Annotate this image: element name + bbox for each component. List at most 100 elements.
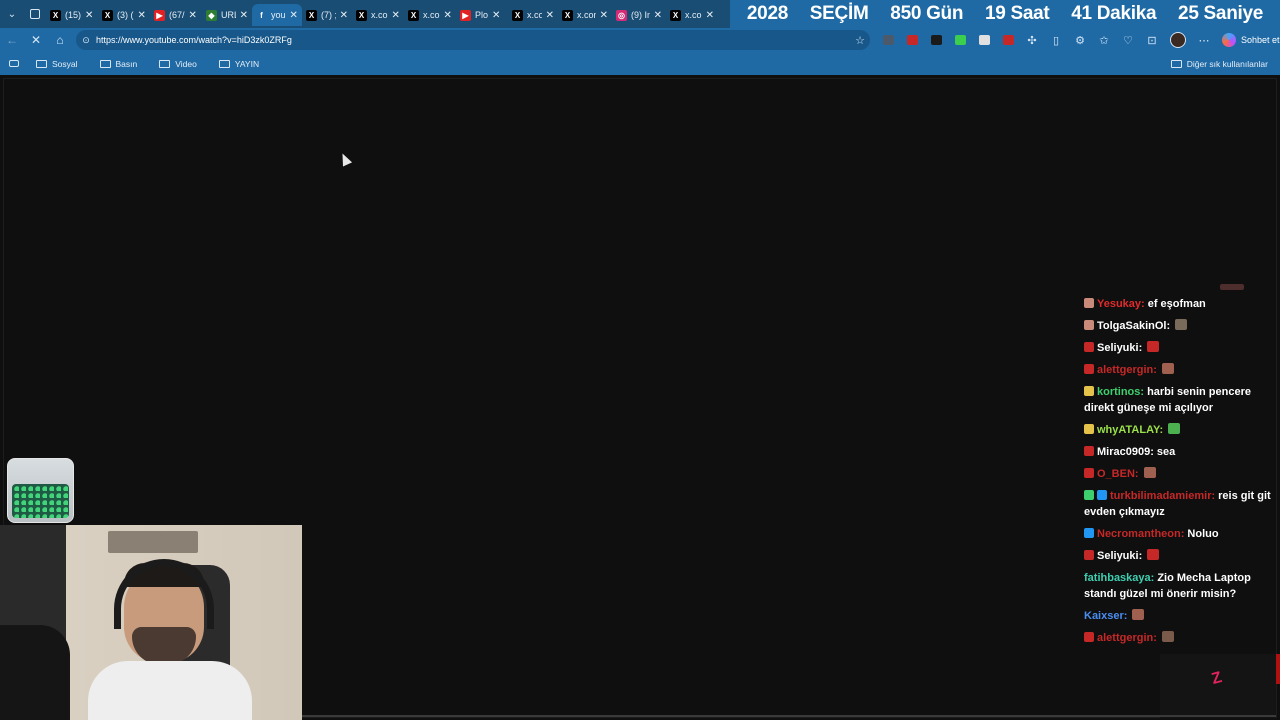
home-icon[interactable]: ⌂ xyxy=(48,28,72,52)
tab-title: x.com/i/ xyxy=(685,10,702,20)
back-arrow-icon[interactable]: ← xyxy=(0,28,24,52)
extension-icon[interactable] xyxy=(924,28,948,52)
stop-loading-icon[interactable]: ✕ xyxy=(24,28,48,52)
sidebar-toggle-icon[interactable] xyxy=(0,60,28,67)
tab-title: (15) xyxy=(65,10,82,20)
extensions-puzzle-icon[interactable]: ✣ xyxy=(1020,28,1044,52)
close-tab-icon[interactable]: ✕ xyxy=(600,10,608,21)
browser-tab[interactable]: X (3) (✕ xyxy=(98,4,150,26)
bookmarks-bar: Sosyal Basın Video YAYIN Diğer sık kulla… xyxy=(0,52,1280,75)
x-logo-icon: X xyxy=(562,9,573,21)
folder-icon xyxy=(159,59,171,68)
browser-tab[interactable]: Xx.com/i/ ✕ xyxy=(666,4,718,26)
chat-message: fatihbaskaya: Zio Mecha Laptop standı güz… xyxy=(1084,570,1274,602)
close-tab-icon[interactable]: ✕ xyxy=(546,10,554,21)
video-progress-bar[interactable] xyxy=(302,715,1276,717)
x-logo-icon: X xyxy=(356,9,367,21)
chat-message: TolgaSakinOl: xyxy=(1084,318,1274,334)
close-tab-icon[interactable]: ✕ xyxy=(654,10,662,21)
chat-message: Seliyuki: xyxy=(1084,548,1274,564)
close-tab-icon[interactable]: ✕ xyxy=(138,10,146,21)
chat-username: O_BEN: xyxy=(1097,468,1139,480)
browser-tab[interactable]: ▶ Plo ✕ xyxy=(456,4,508,26)
chat-cutoff-emote xyxy=(1220,284,1244,290)
tab-title: URL xyxy=(221,10,236,20)
profile-avatar[interactable] xyxy=(1170,32,1186,48)
browser-tab[interactable]: Xx.com/g ✕ xyxy=(558,4,612,26)
extension-icon[interactable] xyxy=(948,28,972,52)
site-info-icon[interactable]: ⊙ xyxy=(76,35,96,46)
other-bookmarks[interactable]: Diğer sık kullanılanlar xyxy=(1170,52,1268,75)
extension-icon[interactable] xyxy=(900,28,924,52)
close-tab-icon[interactable]: ✕ xyxy=(85,10,93,21)
browser-essentials-icon[interactable]: ♡ xyxy=(1116,28,1140,52)
close-tab-icon[interactable]: ✕ xyxy=(492,10,500,21)
folder-icon xyxy=(99,59,111,68)
screenshot-icon[interactable]: ⊡ xyxy=(1140,28,1164,52)
countdown-hours: 19 Saat xyxy=(984,3,1050,24)
close-tab-icon[interactable]: ✕ xyxy=(392,10,400,21)
favorites-icon[interactable]: ✩ xyxy=(1092,28,1116,52)
chat-username: kortinos: xyxy=(1097,386,1145,398)
jar-overlay-image xyxy=(7,458,74,523)
copilot-button[interactable]: Sohbet et xyxy=(1222,33,1280,47)
x-logo-icon: X xyxy=(512,9,523,21)
settings-gear-icon[interactable]: ⚙ xyxy=(1068,28,1092,52)
chat-username: whyATALAY: xyxy=(1097,424,1164,436)
close-tab-icon[interactable]: ✕ xyxy=(189,10,197,21)
workspaces-icon[interactable] xyxy=(24,0,46,28)
chat-message: whyATALAY: xyxy=(1084,422,1274,438)
close-tab-icon[interactable]: ✕ xyxy=(290,10,298,21)
split-screen-icon[interactable]: ▯ xyxy=(1044,28,1068,52)
chat-badge-icon xyxy=(1084,446,1094,456)
close-tab-icon[interactable]: ✕ xyxy=(706,10,714,21)
youtube-logo-icon: ▶ xyxy=(154,9,165,21)
browser-tab[interactable]: ▶ (67/ ✕ xyxy=(150,4,202,26)
chat-username: TolgaSakinOl: xyxy=(1097,320,1171,332)
chat-badge-icon xyxy=(1084,490,1094,500)
red-edge-bar xyxy=(1276,654,1280,684)
browser-tab[interactable]: X (7) ; ✕ xyxy=(302,4,352,26)
url-text[interactable]: https://www.youtube.com/watch?v=hiD3zk0Z… xyxy=(96,35,850,45)
extension-icon[interactable] xyxy=(972,28,996,52)
chat-username: Seliyuki: xyxy=(1097,342,1143,354)
chat-message: Kaixser: xyxy=(1084,608,1274,624)
youtube-logo-icon: f xyxy=(256,9,267,21)
x-logo-icon: X xyxy=(306,9,317,21)
close-tab-icon[interactable]: ✕ xyxy=(240,10,248,21)
browser-tab[interactable]: f you ✕ xyxy=(252,4,302,26)
more-menu-icon[interactable]: ⋯ xyxy=(1192,28,1216,52)
browser-tab[interactable]: ◆ URL ✕ xyxy=(202,4,252,26)
tab-title: (7) ; xyxy=(321,10,336,20)
chat-emote-icon xyxy=(1168,423,1181,434)
bookmark-folder-basin[interactable]: Basın xyxy=(99,59,137,69)
extension-icon[interactable] xyxy=(996,28,1020,52)
chat-username: Necromantheon: xyxy=(1097,528,1185,540)
bookmark-folder-yayin[interactable]: YAYIN xyxy=(218,59,259,69)
bookmark-folder-video[interactable]: Video xyxy=(159,59,197,69)
browser-tab[interactable]: Xx.co ✕ xyxy=(508,4,558,26)
countdown-minutes: 41 Dakika xyxy=(1071,3,1157,24)
chat-badge-icon xyxy=(1084,298,1094,308)
tab-actions-menu-icon[interactable]: ⌄ xyxy=(0,0,24,28)
tab-title: (67/ xyxy=(169,10,185,20)
close-tab-icon[interactable]: ✕ xyxy=(444,10,452,21)
instagram-logo-icon: ◎ xyxy=(616,9,627,21)
browser-tab[interactable]: Xx.co ✕ xyxy=(352,4,404,26)
address-bar[interactable]: ⊙ https://www.youtube.com/watch?v=hiD3zk… xyxy=(76,30,870,50)
chat-username: Mirac0909: xyxy=(1097,446,1154,458)
browser-tab[interactable]: ◎ (9) Insta ✕ xyxy=(612,4,666,26)
wall-poster xyxy=(108,531,198,553)
chat-emote-icon xyxy=(1147,341,1160,352)
bookmark-folder-sosyal[interactable]: Sosyal xyxy=(36,59,78,69)
extension-icon[interactable] xyxy=(876,28,900,52)
chat-username: Yesukay: xyxy=(1097,298,1145,310)
browser-tab[interactable]: Xx.co ✕ xyxy=(404,4,456,26)
copilot-icon xyxy=(1222,33,1236,47)
x-logo-icon: X xyxy=(670,9,681,21)
countdown-seconds: 25 Saniye xyxy=(1178,3,1264,24)
close-tab-icon[interactable]: ✕ xyxy=(340,10,348,21)
favorite-star-icon[interactable]: ☆ xyxy=(850,34,870,47)
browser-tab[interactable]: X (15) ✕ xyxy=(46,4,98,26)
chat-badge-icon xyxy=(1084,320,1094,330)
